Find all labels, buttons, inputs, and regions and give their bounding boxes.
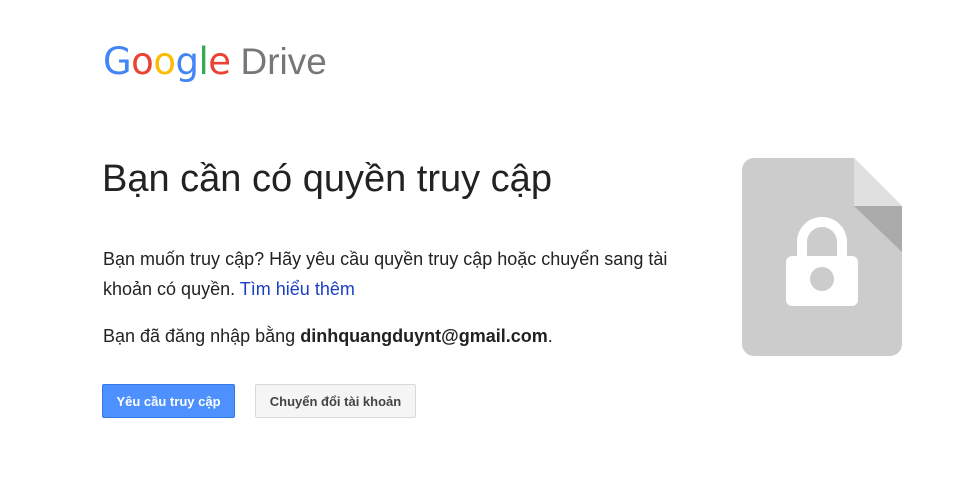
account-email: dinhquangduynt@gmail.com: [300, 326, 548, 346]
request-access-button[interactable]: Yêu cầu truy cập: [102, 384, 235, 418]
signed-in-prefix: Bạn đã đăng nhập bằng: [103, 326, 296, 346]
page-title: Bạn cần có quyền truy cập: [102, 158, 552, 200]
logo-letter: l: [198, 40, 209, 83]
learn-more-link[interactable]: Tìm hiểu thêm: [240, 279, 355, 299]
access-description: Bạn muốn truy cập? Hãy yêu cầu quyền tru…: [103, 244, 713, 304]
description-text: Bạn muốn truy cập? Hãy yêu cầu quyền tru…: [103, 249, 668, 299]
logo-letter: g: [175, 40, 199, 83]
signed-in-suffix: .: [547, 326, 553, 346]
logo-letter: o: [131, 40, 154, 83]
switch-account-button[interactable]: Chuyển đổi tài khoản: [255, 384, 416, 418]
file-fold-corner: [854, 158, 902, 206]
lock-keyhole: [810, 267, 834, 291]
google-wordmark: Google: [103, 40, 231, 83]
logo-letter: o: [153, 40, 176, 83]
logo-letter: G: [103, 40, 132, 83]
locked-file-icon: [742, 158, 902, 356]
logo-letter: e: [208, 40, 231, 83]
signed-in-notice: Bạn đã đăng nhập bằng dinhquangduynt@gma…: [103, 321, 553, 351]
google-drive-logo: Google Drive: [103, 40, 327, 90]
product-name: Drive: [240, 41, 327, 82]
